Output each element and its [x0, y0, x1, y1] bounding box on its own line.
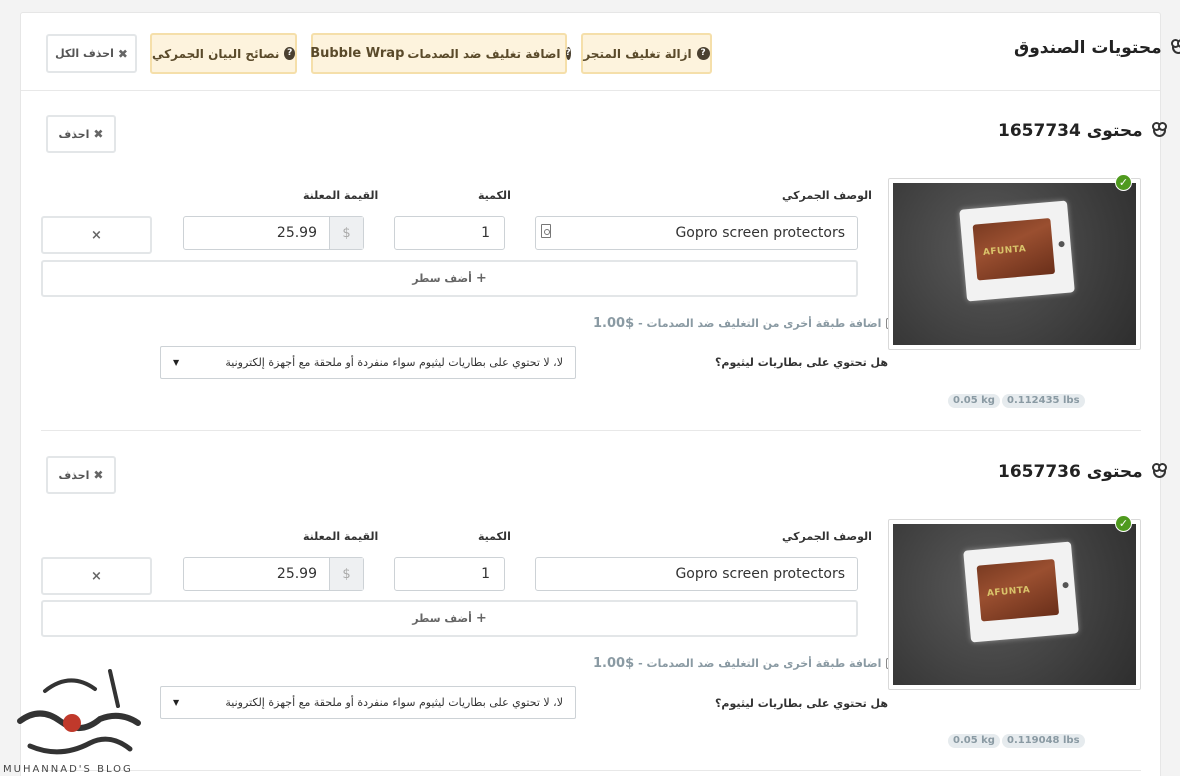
close-icon: × [91, 227, 102, 243]
extra-layer-checkbox[interactable]: اضافة طبقة أخرى من التغليف ضد الصدمات - … [593, 316, 898, 331]
product-image: AFUNTA [893, 183, 1136, 345]
close-icon: ✖ [93, 468, 104, 482]
declared-value-value: 25.99 [276, 566, 317, 582]
quantity-input[interactable]: 1 [394, 216, 505, 250]
bear-icon [1151, 122, 1167, 137]
delete-item-button[interactable]: ✖ احذف [46, 115, 116, 153]
bubble-wrap-button[interactable]: ? اضافة تغليف ضد الصدمات Bubble Wrap [310, 33, 571, 74]
description-label: الوصف الجمركي [782, 189, 872, 202]
item-divider [41, 430, 1141, 431]
extra-layer-label: اضافة طبقة أخرى من التغليف ضد الصدمات - [638, 657, 882, 670]
weight-kg-badge: 0.05 kg [948, 734, 1000, 748]
check-icon: ✓ [1115, 174, 1132, 191]
description-label: الوصف الجمركي [782, 530, 872, 543]
currency-addon: $ [329, 217, 363, 249]
box-contents-title: محتويات الصندوق [1014, 38, 1180, 58]
delete-item-label: احذف [58, 127, 90, 141]
quantity-input[interactable]: 1 [394, 557, 505, 591]
bubble-wrap-brand: Bubble Wrap [310, 46, 405, 61]
plus-icon: + [475, 271, 487, 286]
quantity-value: 1 [481, 566, 490, 582]
declared-value-label: القيمة المعلنة [303, 530, 379, 543]
box-contents-title-text: محتويات الصندوق [1014, 38, 1162, 58]
quantity-label: الكمية [478, 189, 511, 202]
remove-row-button[interactable]: × [41, 557, 152, 595]
extra-layer-price: 1.00$ [593, 656, 635, 671]
battery-select-value: لا، لا تحتوي على بطاريات ليثيوم سواء منف… [225, 696, 563, 709]
delete-item-label: احذف [58, 468, 90, 482]
currency-addon: $ [329, 558, 363, 590]
declared-value-input[interactable]: 25.99 $ [183, 216, 364, 250]
product-logo: AFUNTA [982, 244, 1027, 258]
description-value: Gopro screen protectors [675, 566, 845, 582]
product-bag: AFUNTA [959, 200, 1075, 302]
extra-layer-label: اضافة طبقة أخرى من التغليف ضد الصدمات - [638, 317, 882, 330]
battery-question: هل تحتوي على بطاريات ليثيوم؟ [715, 697, 888, 710]
watermark-logo [17, 669, 141, 755]
item-title-text: محتوى 1657734 [998, 121, 1143, 141]
add-row-label: أضف سطر [412, 272, 472, 285]
question-icon: ? [696, 47, 710, 60]
weight-lbs-badge: 0.112435 lbs [1002, 394, 1085, 408]
declared-value-input[interactable]: 25.99 $ [183, 557, 364, 591]
bubble-wrap-label: اضافة تغليف ضد الصدمات [407, 46, 561, 61]
quantity-label: الكمية [478, 530, 511, 543]
weight-lbs-badge: 0.119048 lbs [1002, 734, 1085, 748]
quantity-value: 1 [481, 225, 490, 241]
product-photo[interactable]: AFUNTA [888, 519, 1141, 690]
product-image: AFUNTA [893, 524, 1136, 685]
delete-all-label: احذف الكل [55, 47, 114, 60]
weight-kg-badge: 0.05 kg [948, 394, 1000, 408]
description-input[interactable]: Gopro screen protectors [535, 216, 858, 250]
plus-icon: + [475, 611, 487, 626]
watermark-caption: MUHANNAD'S BLOG [3, 764, 133, 775]
delete-item-button[interactable]: ✖ احذف [46, 456, 116, 494]
delete-all-button[interactable]: ✖ احذف الكل [46, 34, 137, 73]
remove-packaging-label: ازالة تغليف المتجر [583, 46, 692, 61]
remove-row-button[interactable]: × [41, 216, 152, 254]
add-row-button[interactable]: + أضف سطر [41, 260, 858, 297]
bag-hole [1058, 240, 1065, 248]
check-icon: ✓ [1115, 515, 1132, 532]
add-row-button[interactable]: + أضف سطر [41, 600, 858, 637]
caret-down-icon: ▼ [173, 698, 180, 707]
customs-tips-label: نصائح البيان الجمركي [152, 46, 280, 61]
bear-icon [1151, 463, 1167, 478]
battery-select[interactable]: لا، لا تحتوي على بطاريات ليثيوم سواء منف… [160, 686, 576, 719]
description-input[interactable]: Gopro screen protectors [535, 557, 858, 591]
product-card: AFUNTA [972, 217, 1056, 281]
caret-down-icon: ▼ [173, 358, 180, 367]
extra-layer-checkbox[interactable]: اضافة طبقة أخرى من التغليف ضد الصدمات - … [593, 656, 898, 671]
item-title: محتوى 1657736 [998, 462, 1167, 482]
item-title: محتوى 1657734 [998, 121, 1167, 141]
declared-value-label: القيمة المعلنة [303, 189, 379, 202]
add-row-label: أضف سطر [412, 612, 472, 625]
close-icon: × [91, 568, 102, 584]
question-icon: ? [565, 47, 571, 60]
bear-icon [1170, 39, 1180, 54]
close-icon: ✖ [117, 46, 128, 61]
bag-hole [1062, 581, 1069, 589]
battery-question: هل تحتوي على بطاريات ليثيوم؟ [715, 356, 888, 369]
customs-tips-button[interactable]: ? نصائح البيان الجمركي [150, 33, 297, 74]
item-title-text: محتوى 1657736 [998, 462, 1143, 482]
battery-select[interactable]: لا، لا تحتوي على بطاريات ليثيوم سواء منف… [160, 346, 576, 379]
product-photo[interactable]: AFUNTA [888, 178, 1141, 350]
item-divider [41, 770, 1141, 771]
product-logo: AFUNTA [986, 585, 1031, 599]
description-value: Gopro screen protectors [675, 225, 845, 241]
blog-watermark: MUHANNAD'S BLOG [0, 651, 150, 776]
document-icon [541, 224, 551, 238]
product-card: AFUNTA [976, 558, 1060, 622]
close-icon: ✖ [93, 127, 104, 141]
declared-value-value: 25.99 [276, 225, 317, 241]
extra-layer-price: 1.00$ [593, 316, 635, 331]
question-icon: ? [284, 47, 295, 60]
battery-select-value: لا، لا تحتوي على بطاريات ليثيوم سواء منف… [225, 356, 563, 369]
product-bag: AFUNTA [963, 541, 1079, 643]
remove-packaging-button[interactable]: ? ازالة تغليف المتجر [581, 33, 712, 74]
